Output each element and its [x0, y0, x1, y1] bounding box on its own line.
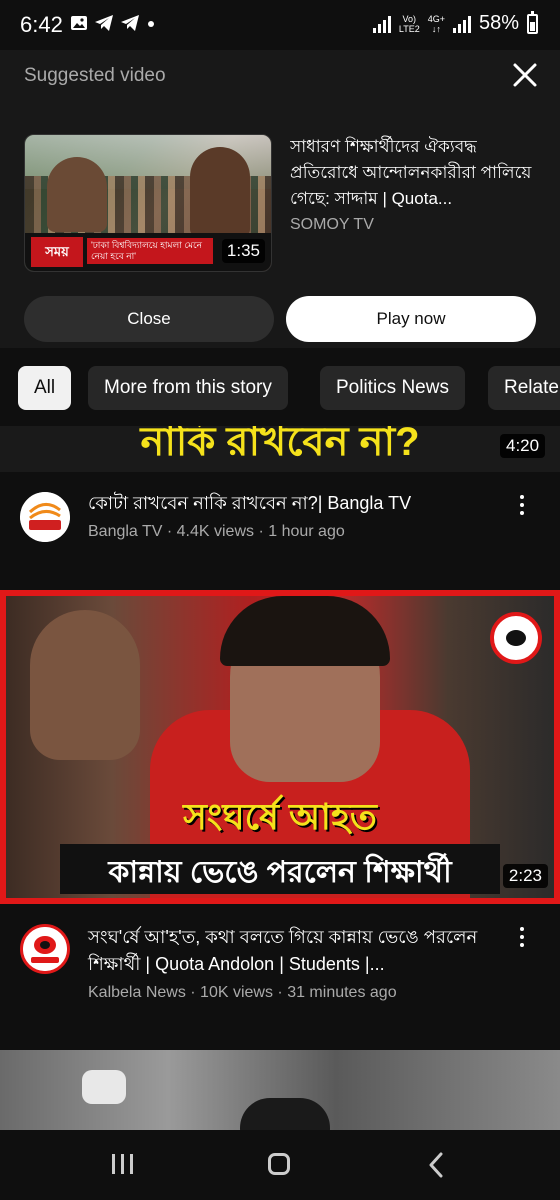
video-thumbnail[interactable]: সংঘর্ষে আহত কান্নায় ভেঙে পরলেন শিক্ষার্… [0, 590, 560, 904]
thumb-person [47, 157, 107, 232]
kalbela-avatar-logo [23, 927, 67, 971]
channel-avatar[interactable] [20, 924, 70, 974]
thumb-person [190, 147, 250, 237]
more-options-icon[interactable] [512, 490, 532, 520]
battery-icon [527, 10, 538, 34]
chip-related[interactable]: Relate [488, 366, 560, 410]
dot-icon [148, 21, 154, 27]
thumb-subheadline: কান্নায় ভেঙে পরলেন শিক্ষার্থী [108, 856, 452, 889]
thumb-headline: নাকি রাখবেন না? [140, 426, 420, 464]
back-icon[interactable] [428, 1152, 444, 1178]
battery-percent: 58% [478, 12, 519, 34]
gallery-icon [71, 16, 87, 30]
thumb-person [240, 1098, 330, 1130]
somoy-logo: সময় [31, 237, 83, 267]
notification-icons [70, 14, 156, 32]
more-options-icon[interactable] [512, 922, 532, 952]
chip-more-from-this-story[interactable]: More from this story [88, 366, 288, 410]
close-button[interactable]: Close [24, 296, 274, 342]
signal-icon [372, 15, 391, 33]
thumb-hand [82, 1070, 126, 1104]
video-info[interactable]: সংঘ'র্ষে আ'হ'ত, কথা বলতে গিয়ে কান্নায় … [88, 924, 498, 1002]
suggested-video-thumbnail[interactable]: সময় 'ঢাকা বিশ্ববিদ্যালয়ে হামলা মেনে নে… [24, 134, 272, 272]
suggested-video-info[interactable]: সাধারণ শিক্ষার্থীদের ঐক্যবদ্ধ প্রতিরোধে … [290, 134, 540, 234]
channel-avatar[interactable] [20, 492, 70, 542]
telegram-icon [95, 15, 113, 31]
status-right: Vo) LTE2 4G+ ↓↑ 58% [372, 10, 538, 35]
signal-icon-2 [452, 15, 471, 33]
network-type: 4G+ ↓↑ [427, 13, 445, 34]
video-thumbnail[interactable]: নাকি রাখবেন না? [0, 426, 560, 472]
status-time: 6:42 [20, 12, 63, 37]
recent-apps-icon[interactable] [112, 1154, 133, 1174]
close-icon[interactable] [512, 62, 538, 88]
video-duration: 2:23 [502, 864, 548, 888]
thumb-caption: 'ঢাকা বিশ্ববিদ্যালয়ে হামলা মেনে নেয়া হ… [87, 238, 213, 264]
chip-all[interactable]: All [18, 366, 72, 410]
video-thumbnail[interactable] [0, 1050, 560, 1130]
video-info[interactable]: কোটা রাখবেন নাকি রাখবেন না?| Bangla TV B… [88, 490, 498, 541]
video-meta: Kalbela News · 10K views · 31 minutes ag… [88, 984, 397, 1001]
video-title[interactable]: সংঘ'র্ষে আ'হ'ত, কথা বলতে গিয়ে কান্নায় … [88, 924, 498, 978]
video-duration: 1:35 [221, 239, 265, 263]
suggested-video-title[interactable]: সাধারণ শিক্ষার্থীদের ঐক্যবদ্ধ প্রতিরোধে … [290, 134, 540, 212]
volte-label: Vo) LTE2 [398, 13, 420, 34]
home-icon[interactable] [268, 1153, 290, 1175]
thumb-headline: সংঘর্ষে আহত [183, 796, 377, 837]
video-duration: 4:20 [500, 434, 546, 458]
video-meta: Bangla TV · 4.4K views · 1 hour ago [88, 523, 345, 540]
bangla-tv-logo [20, 492, 70, 542]
suggested-video-channel: SOMOY TV [290, 216, 374, 233]
status-bar: 6:42 Vo) LTE2 4G+ ↓↑ 58% [0, 0, 560, 50]
thumb-person-hair [220, 596, 390, 666]
play-now-button[interactable]: Play now [286, 296, 536, 342]
chip-politics-news[interactable]: Politics News [320, 366, 465, 410]
telegram-icon-2 [121, 15, 139, 31]
suggested-video-header: Suggested video [24, 65, 166, 86]
kalbela-logo [490, 612, 542, 664]
video-title[interactable]: কোটা রাখবেন নাকি রাখবেন না?| Bangla TV [88, 490, 498, 517]
thumb-person [30, 610, 140, 760]
